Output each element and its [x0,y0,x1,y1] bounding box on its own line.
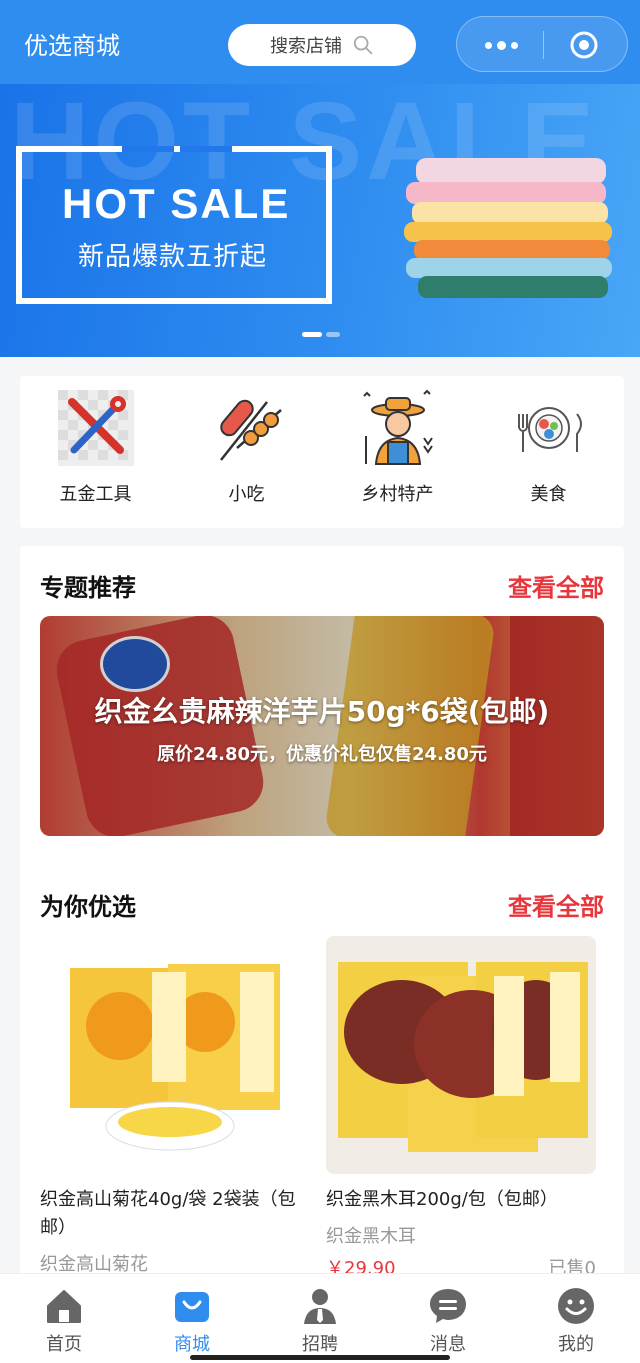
pagination-dot [326,332,340,337]
tools-icon [57,390,134,466]
topic-feature-subtitle: 原价24.80元，优惠价礼包仅售24.80元 [157,744,487,765]
app-title: 优选商城 [24,32,120,60]
product-card[interactable]: 织金黑木耳200g/包（包邮） 织金黑木耳 ￥29.90 已售0 [326,936,596,1280]
product-shop: 织金黑木耳 [326,1226,416,1247]
message-icon [430,1289,466,1323]
search-icon [353,35,373,55]
product-name: 织金黑木耳200g/包（包邮） [326,1189,558,1210]
picks-view-all-link[interactable]: 查看全部 [508,887,604,922]
product-card[interactable]: 织金高山菊花40g/袋 2袋装（包邮） 织金高山菊花 [40,936,310,1276]
tab-mine[interactable]: 我的 [512,1274,640,1363]
category-label: 乡村特产 [361,484,434,505]
search-label: 搜索店铺 [270,36,342,57]
folded-clothes-image [404,158,612,298]
product-image [326,936,596,1174]
picks-section-title: 为你优选 [40,893,136,921]
topic-feature-title: 织金幺贵麻辣洋芋片50g*6袋(包邮) [94,695,550,728]
tab-jobs[interactable]: 招聘 [256,1274,384,1363]
user-tie-icon [304,1289,336,1324]
tab-label: 我的 [558,1334,594,1355]
tab-label: 首页 [46,1334,82,1355]
tab-label: 招聘 [302,1334,338,1355]
capsule-divider [543,31,544,59]
smile-icon [558,1288,594,1324]
tab-home[interactable]: 首页 [0,1274,128,1363]
category-rural-specialty[interactable]: 乡村特产 [328,388,468,528]
category-label: 小吃 [228,484,265,505]
home-icon [47,1290,81,1323]
category-grid: 五金工具 小吃 乡村特产 美食 [20,376,624,528]
bottom-tab-bar: 首页 商城 招聘 消息 我的 [0,1273,640,1363]
category-label: 美食 [530,484,567,505]
pagination-dot-active [302,332,322,337]
skewer-icon [219,399,282,461]
banner-pagination [302,332,340,337]
home-indicator [190,1355,450,1360]
banner-subtitle: 新品爆款五折起 [78,242,268,272]
shop-bag-icon [175,1292,209,1322]
category-label: 五金工具 [59,484,132,505]
tab-label: 消息 [430,1334,466,1355]
farmer-icon [362,389,433,465]
topic-section-title: 专题推荐 [40,574,136,602]
promo-banner[interactable]: HOT SALE HOT SALE 新品爆款五折起 [0,84,640,357]
target-icon[interactable] [569,30,599,60]
food-plate-icon [517,407,582,452]
tab-messages[interactable]: 消息 [384,1274,512,1363]
topic-view-all-link[interactable]: 查看全部 [508,568,604,603]
content-card: 专题推荐 查看全部 织金幺贵麻辣洋芋片50g*6袋(包邮) 原价24.80元，优… [20,546,624,1279]
top-bar: 优选商城 搜索店铺 [0,0,640,84]
more-icon[interactable] [479,17,523,73]
picks-section-header: 为你优选 查看全部 [40,887,604,927]
tab-label: 商城 [174,1334,210,1355]
topic-feature-banner[interactable]: 织金幺贵麻辣洋芋片50g*6袋(包邮) 原价24.80元，优惠价礼包仅售24.8… [40,616,604,836]
category-food[interactable]: 美食 [479,388,619,528]
product-name: 织金高山菊花40g/袋 2袋装（包邮） [40,1189,296,1238]
mini-program-capsule [456,16,628,72]
banner-headline: HOT SALE [62,180,291,227]
category-tools[interactable]: 五金工具 [26,388,166,528]
category-snacks[interactable]: 小吃 [177,388,317,528]
black-fungus-package-image [326,936,596,1174]
chrysanthemum-package-image [40,936,310,1174]
product-image [40,936,310,1174]
topic-section-header: 专题推荐 查看全部 [40,568,604,608]
shop-search-button[interactable]: 搜索店铺 [228,24,416,66]
tab-shop[interactable]: 商城 [128,1274,256,1363]
